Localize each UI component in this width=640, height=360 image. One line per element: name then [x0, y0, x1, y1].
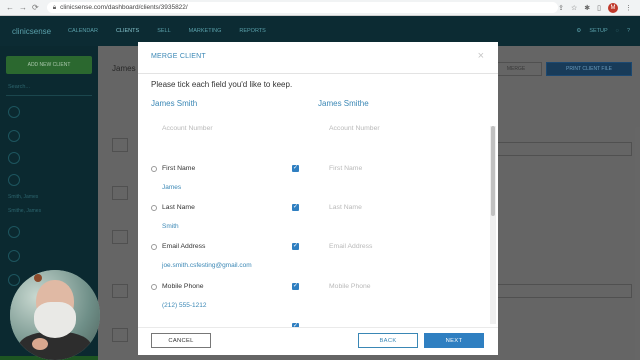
field-label-right: Account Number [329, 125, 380, 132]
radio-email-left[interactable] [151, 244, 157, 250]
forward-arrow-icon[interactable]: → [19, 3, 27, 12]
merge-client-dialog: MERGE CLIENT × Please tick each field yo… [138, 42, 498, 355]
field-value-left: Smith [162, 223, 179, 230]
merge-fields-list[interactable]: Account Number Account Number First Name… [138, 117, 498, 327]
close-icon[interactable]: × [478, 50, 484, 62]
presenter-webcam [10, 270, 100, 360]
field-value-left: (212) 555-1212 [162, 302, 207, 309]
next-button[interactable]: NEXT [424, 333, 484, 348]
field-label-left: Mobile Phone [162, 283, 204, 290]
field-value-left: James [162, 184, 182, 191]
star-icon[interactable]: ☆ [571, 4, 577, 12]
scrollbar-thumb[interactable] [491, 126, 495, 216]
field-label-right: Mobile Phone [329, 283, 371, 290]
field-label-right: First Name [329, 165, 363, 172]
back-arrow-icon[interactable]: ← [6, 3, 14, 12]
reload-icon[interactable]: ⟳ [32, 3, 39, 12]
left-client-name: James Smith [151, 99, 198, 108]
checkbox-email[interactable]: ✓ [292, 243, 299, 250]
radio-last-name-left[interactable] [151, 205, 157, 211]
share-icon[interactable]: ⇪ [558, 4, 564, 12]
field-label-left: Account Number [162, 125, 213, 132]
field-label-left: Email Address [162, 243, 206, 250]
dialog-footer: CANCEL BACK NEXT [138, 327, 498, 355]
dialog-title: MERGE CLIENT [151, 53, 206, 60]
field-label-right: Last Name [329, 204, 362, 211]
checkbox-first-name[interactable]: ✓ [292, 165, 299, 172]
radio-mobile-left[interactable] [151, 284, 157, 290]
field-label-right: Email Address [329, 243, 373, 250]
field-label-left: First Name [162, 165, 196, 172]
cancel-button[interactable]: CANCEL [151, 333, 211, 348]
field-label-left: Last Name [162, 204, 195, 211]
browser-toolbar: ← → ⟳ 🔒︎ clinicsense.com/dashboard/clien… [0, 0, 640, 16]
dialog-header: MERGE CLIENT × [138, 42, 498, 74]
address-bar[interactable]: 🔒︎ clinicsense.com/dashboard/clients/393… [46, 2, 559, 13]
extensions-icon[interactable]: ✱ [584, 4, 590, 12]
radio-first-name-left[interactable] [151, 166, 157, 172]
url-text: clinicsense.com/dashboard/clients/393582… [60, 4, 188, 11]
field-value-left: joe.smith.csfesting@gmail.com [162, 262, 252, 269]
profile-avatar[interactable]: M [608, 2, 618, 13]
checkbox-last-name[interactable]: ✓ [292, 204, 299, 211]
back-button[interactable]: BACK [358, 333, 418, 348]
right-client-name: James Smithe [318, 99, 369, 108]
dialog-instruction: Please tick each field you'd like to kee… [151, 80, 293, 89]
checkbox-mobile-phone[interactable]: ✓ [292, 283, 299, 290]
menu-icon[interactable]: ⋮ [625, 4, 632, 12]
lock-icon: 🔒︎ [52, 3, 57, 11]
sidebar-icon[interactable]: ▯ [597, 4, 601, 12]
